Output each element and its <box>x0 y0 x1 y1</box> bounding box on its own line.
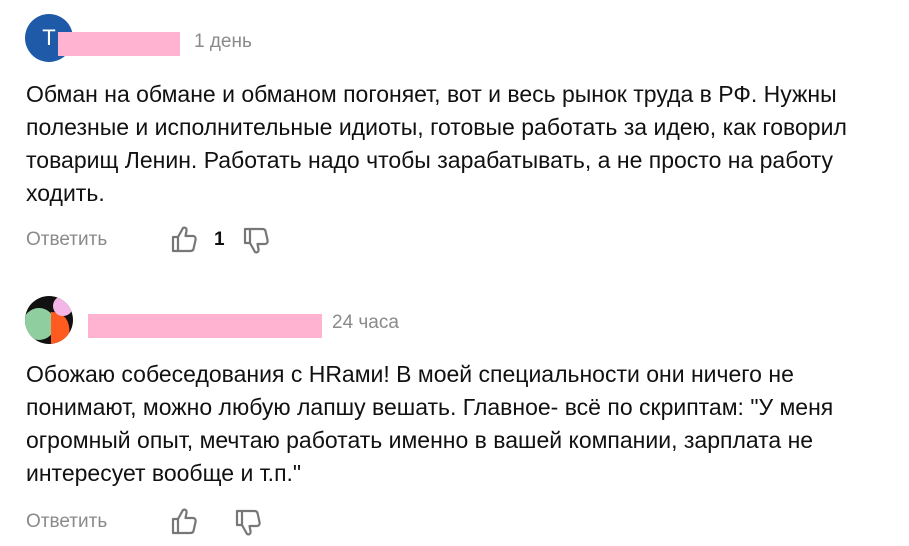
comment-1: T 1 день Обман на обмане и обманом погон… <box>0 0 909 270</box>
comment-time: 1 день <box>194 31 252 52</box>
avatar-image <box>25 296 73 344</box>
reply-button[interactable]: Ответить <box>26 511 107 533</box>
like-count: 1 <box>214 229 225 250</box>
comment-2: 24 часа Обожаю собеседования с HRами! В … <box>0 288 909 546</box>
comment-text: Обожаю собеседования с HRами! В моей спе… <box>26 361 834 486</box>
author-name-redacted <box>88 314 322 338</box>
thumb-up-icon <box>171 226 197 253</box>
avatar-letter: T <box>42 25 56 50</box>
thumb-down-icon <box>235 509 261 536</box>
comment-time: 24 часа <box>332 312 399 333</box>
like-button[interactable] <box>170 224 198 254</box>
author-name-redacted <box>58 32 180 56</box>
thumb-down-icon <box>243 227 269 254</box>
avatar[interactable] <box>25 296 73 344</box>
dislike-button[interactable] <box>242 226 270 256</box>
thumb-up-icon <box>171 508 197 535</box>
reply-button[interactable]: Ответить <box>26 229 107 251</box>
dislike-button[interactable] <box>234 508 262 538</box>
like-button[interactable] <box>170 506 198 536</box>
comment-text: Обман на обмане и обманом погоняет, вот … <box>26 81 847 206</box>
